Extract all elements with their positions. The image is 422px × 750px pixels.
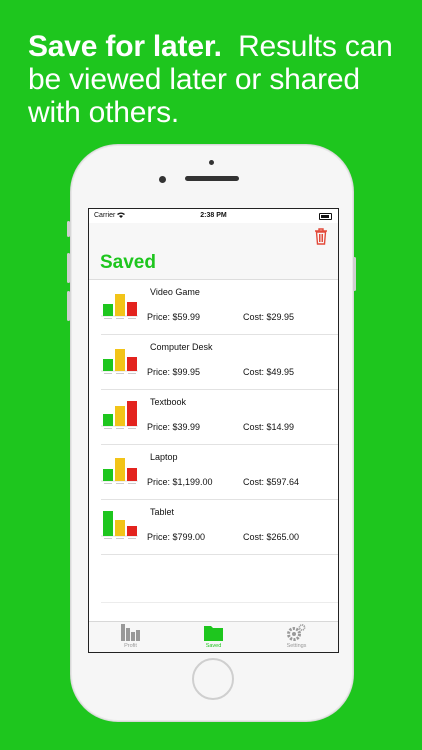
profit-chart-thumbnail: [101, 458, 138, 484]
chart-tick-label: [128, 318, 136, 319]
item-cost: Cost: $265.00: [243, 532, 300, 542]
item-name: Laptop: [150, 452, 178, 462]
list-item[interactable]: Textbook Price: $39.99 Cost: $14.99: [101, 390, 338, 445]
chart-tick-label: [116, 318, 124, 319]
chart-bar: [115, 406, 125, 426]
tab-saved[interactable]: Saved: [172, 622, 255, 652]
earpiece-speaker: [185, 176, 239, 181]
chart-tick-label: [116, 428, 124, 429]
phone-frame: Carrier 2:38 PM Saved Video Game Price: $…: [67, 144, 356, 722]
chart-bar: [103, 511, 113, 536]
power-button: [353, 257, 356, 291]
chart-tick-label: [104, 483, 112, 484]
proximity-sensor: [209, 160, 214, 165]
volume-down-button: [67, 291, 70, 321]
item-name: Video Game: [150, 287, 200, 297]
item-cost: Cost: $29.95: [243, 312, 295, 322]
headline-bold: Save for later.: [28, 30, 222, 63]
tab-profit[interactable]: Profit: [89, 622, 172, 652]
list-item[interactable]: Computer Desk Price: $99.95 Cost: $49.95: [101, 335, 338, 390]
chart-bar: [103, 304, 113, 316]
item-cost: Cost: $597.64: [243, 477, 300, 487]
item-name: Computer Desk: [150, 342, 213, 352]
promo-headline: Save for later. Results can be viewed la…: [28, 30, 408, 129]
item-price: Price: $99.95: [147, 367, 201, 377]
chart-bar: [103, 469, 113, 481]
page-title: Saved: [100, 252, 156, 273]
item-cost: Cost: $49.95: [243, 367, 295, 377]
volume-up-button: [67, 253, 70, 283]
item-cost: Cost: $14.99: [243, 422, 295, 432]
list-item[interactable]: Video Game Price: $59.99 Cost: $29.95: [101, 280, 338, 335]
status-time: 2:38 PM: [200, 212, 227, 219]
chart-tick-label: [128, 483, 136, 484]
profit-chart-thumbnail: [101, 349, 138, 374]
chart-bar: [115, 294, 125, 316]
trash-icon[interactable]: [313, 227, 329, 245]
tab-saved-label: Saved: [205, 643, 222, 649]
mute-switch: [67, 221, 70, 237]
list-item[interactable]: Tablet Price: $799.00 Cost: $265.00: [101, 500, 338, 555]
chart-bar: [127, 357, 137, 371]
chart-tick-label: [104, 373, 112, 374]
tab-settings[interactable]: Settings: [255, 622, 338, 652]
list-item[interactable]: Laptop Price: $1,199.00 Cost: $597.64: [101, 445, 338, 500]
chart-bar: [115, 349, 125, 371]
chart-bar: [115, 520, 125, 536]
front-camera: [159, 176, 166, 183]
profit-chart-thumbnail: [101, 401, 138, 429]
chart-bar: [127, 401, 137, 426]
profit-chart-thumbnail: [101, 294, 138, 319]
tab-settings-label: Settings: [286, 643, 307, 649]
saved-items-list: Video Game Price: $59.99 Cost: $29.95 Compu…: [89, 280, 338, 555]
item-price: Price: $799.00: [147, 532, 206, 542]
chart-tick-label: [104, 428, 112, 429]
chart-bar: [127, 468, 137, 481]
chart-bar: [103, 414, 113, 426]
status-bar: Carrier 2:38 PM: [89, 209, 338, 223]
navigation-bar: Saved: [89, 223, 338, 280]
tab-profit-label: Profit: [124, 643, 137, 649]
chart-tick-label: [128, 538, 136, 539]
gear-icon: [287, 624, 306, 641]
item-price: Price: $39.99: [147, 422, 201, 432]
app-screen: Carrier 2:38 PM Saved Video Game Price: $…: [88, 208, 339, 653]
battery-icon: [319, 213, 332, 220]
item-price: Price: $59.99: [147, 312, 201, 322]
chart-bar: [127, 302, 137, 316]
folder-icon: [204, 626, 223, 641]
chart-tick-label: [104, 538, 112, 539]
chart-tick-label: [116, 538, 124, 539]
tab-bar: Profit Saved Settings: [89, 621, 338, 652]
bar-chart-icon: [121, 624, 140, 641]
chart-tick-label: [128, 373, 136, 374]
chart-tick-label: [128, 428, 136, 429]
chart-tick-label: [116, 483, 124, 484]
chart-bar: [115, 458, 125, 481]
list-divider: [101, 602, 338, 603]
item-name: Textbook: [150, 397, 187, 407]
chart-bar: [103, 359, 113, 371]
chart-tick-label: [116, 373, 124, 374]
chart-bar: [127, 526, 137, 536]
item-price: Price: $1,199.00: [147, 477, 213, 487]
chart-tick-label: [104, 318, 112, 319]
item-name: Tablet: [150, 507, 175, 517]
profit-chart-thumbnail: [101, 511, 138, 539]
home-button[interactable]: [192, 658, 234, 700]
